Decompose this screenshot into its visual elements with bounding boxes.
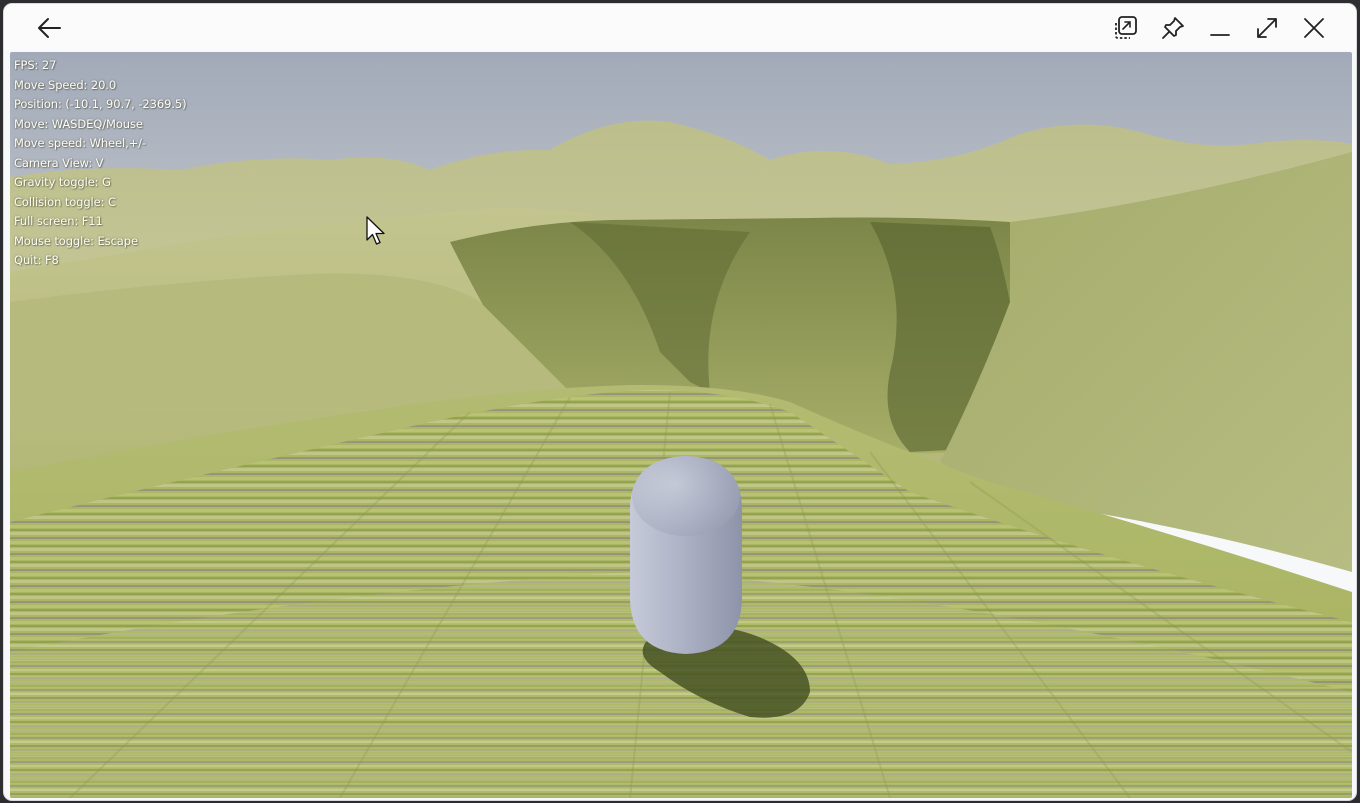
terrain-scene <box>10 52 1352 798</box>
hud-camera-view: Camera View: V <box>14 155 104 170</box>
maximize-button[interactable] <box>1250 11 1284 45</box>
overlay-button[interactable] <box>1108 11 1142 45</box>
back-button[interactable] <box>32 11 66 45</box>
hud-collision-toggle: Collision toggle: C <box>14 194 116 209</box>
expand-icon <box>1255 16 1279 40</box>
title-bar <box>4 4 1356 50</box>
hud-move-keys: Move: WASDEQ/Mouse <box>14 116 143 131</box>
game-viewport[interactable]: FPS: 27 Move Speed: 20.0 Position: (-10.… <box>10 52 1352 798</box>
player-capsule <box>630 456 742 654</box>
pin-button[interactable] <box>1156 11 1190 45</box>
hud-move-speed: Move Speed: 20.0 <box>14 77 117 92</box>
mouse-pointer-icon <box>366 216 386 250</box>
picture-in-picture-icon <box>1112 15 1138 41</box>
hud-move-speed-keys: Move speed: Wheel,+/- <box>14 136 146 150</box>
pin-icon <box>1161 16 1185 40</box>
hud-position: Position: (-10.1, 90.7, -2369.5) <box>14 97 187 111</box>
hud-fps: FPS: 27 <box>14 58 57 72</box>
back-arrow-icon <box>36 17 62 39</box>
hud-gravity-toggle: Gravity toggle: G <box>14 175 111 189</box>
hud-mouse-toggle: Mouse toggle: Escape <box>14 233 138 248</box>
hud-full-screen: Full screen: F11 <box>14 214 103 228</box>
close-icon <box>1303 17 1325 39</box>
app-window: FPS: 27 Move Speed: 20.0 Position: (-10.… <box>4 4 1356 800</box>
minimize-button[interactable] <box>1203 11 1237 45</box>
minimize-icon <box>1209 17 1231 39</box>
close-button[interactable] <box>1297 11 1331 45</box>
hud-overlay: FPS: 27 Move Speed: 20.0 Position: (-10.… <box>14 56 187 271</box>
hud-quit: Quit: F8 <box>14 253 59 267</box>
